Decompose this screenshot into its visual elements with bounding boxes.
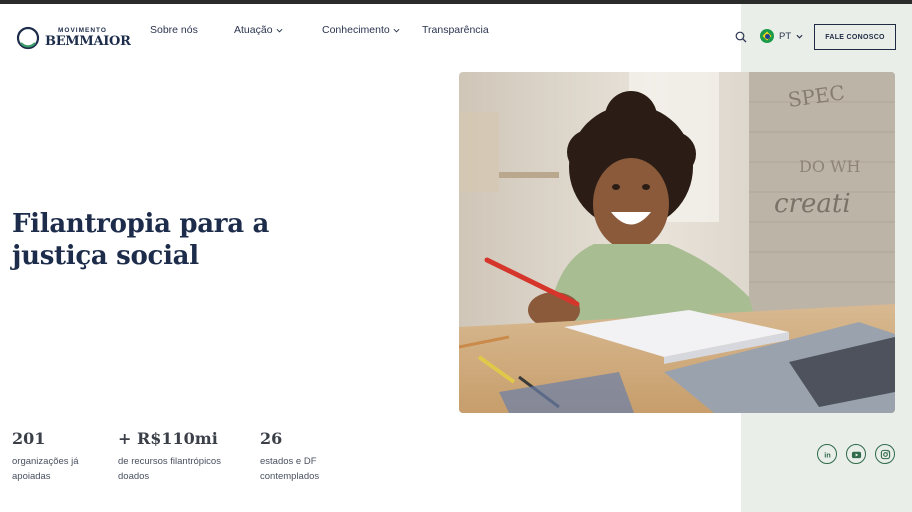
stat-value: 201: [12, 429, 46, 448]
stat-label-line: organizações já: [12, 456, 79, 467]
stat-label-line: doados: [118, 471, 150, 482]
language-label: PT: [779, 30, 792, 42]
chevron-down-icon: [796, 34, 803, 39]
nav-item-transparencia[interactable]: Transparência: [422, 24, 489, 36]
language-selector[interactable]: PT: [760, 29, 803, 43]
stat-label: estados e DF contemplados: [260, 454, 319, 484]
stat-value: 26: [260, 429, 283, 448]
contact-button[interactable]: FALE CONOSCO: [814, 24, 896, 50]
nav-item-conhecimento[interactable]: Conhecimento: [322, 24, 400, 36]
stat-states: 26 estados e DF contemplados: [260, 429, 319, 484]
stat-label: organizações já apoiadas: [12, 454, 79, 484]
nav-item-label: Conhecimento: [322, 24, 390, 36]
hero-title: Filantropia para a justiça social: [12, 209, 270, 271]
stat-resources: + R$110mi de recursos filantrópicos doad…: [118, 429, 221, 484]
linkedin-icon[interactable]: in: [817, 444, 837, 464]
instagram-icon[interactable]: [875, 444, 895, 464]
logo-mark-icon: [16, 26, 40, 50]
brazil-flag-icon: [760, 29, 774, 43]
logo-text-bottom: BEMMAIOR: [45, 33, 131, 49]
stat-label-line: contemplados: [260, 471, 320, 482]
stat-label-line: apoiadas: [12, 471, 51, 482]
hero-photo-child-writing: SPEC DO WH creati: [459, 72, 895, 413]
svg-text:creati: creati: [774, 189, 851, 219]
youtube-icon[interactable]: [846, 444, 866, 464]
nav-item-label: Atuação: [234, 24, 273, 36]
chevron-down-icon: [393, 28, 400, 32]
stat-label-line: estados e DF: [260, 456, 317, 467]
stat-value: + R$110mi: [118, 429, 218, 448]
search-icon[interactable]: [735, 31, 747, 43]
nav-item-label: Sobre nós: [150, 24, 198, 36]
stat-label: de recursos filantrópicos doados: [118, 454, 221, 484]
svg-text:DO WH: DO WH: [799, 157, 860, 176]
chevron-down-icon: [276, 28, 282, 32]
logo[interactable]: MOVIMENTO BEMMAIOR: [16, 25, 131, 51]
nav-item-sobre-nos[interactable]: Sobre nós: [150, 24, 198, 36]
nav-item-atuacao[interactable]: Atuação: [234, 24, 283, 36]
svg-text:in: in: [824, 450, 831, 459]
stat-label-line: de recursos filantrópicos: [118, 456, 221, 467]
nav-item-label: Transparência: [422, 24, 489, 36]
stat-organizations: 201 organizações já apoiadas: [12, 429, 79, 484]
